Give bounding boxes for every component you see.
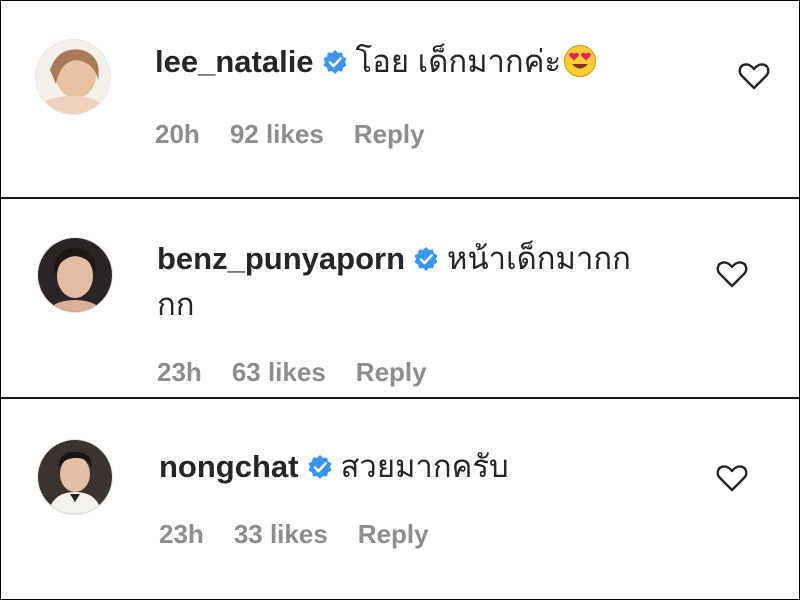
verified-badge-icon xyxy=(322,49,348,75)
like-heart-icon[interactable] xyxy=(715,461,749,495)
like-heart-icon[interactable] xyxy=(715,257,749,291)
likes-count[interactable]: 63 likes xyxy=(232,357,326,387)
timestamp[interactable]: 23h xyxy=(157,357,202,387)
comment-line-continued: กก xyxy=(157,283,195,327)
likes-count[interactable]: 92 likes xyxy=(230,119,324,149)
comment-meta: 20h 92 likes Reply xyxy=(155,119,455,150)
username[interactable]: nongchat xyxy=(159,449,299,484)
reply-button[interactable]: Reply xyxy=(356,357,427,387)
avatar[interactable] xyxy=(37,439,113,515)
comments-screenshot: lee_natalie โอย เด็กมากค่ะ 20h 92 likes Rep… xyxy=(0,0,800,600)
verified-badge-icon xyxy=(307,454,333,480)
likes-count[interactable]: 33 likes xyxy=(234,519,328,549)
comment-meta: 23h 33 likes Reply xyxy=(159,519,459,550)
comment-line: lee_natalie โอย เด็กมากค่ะ xyxy=(155,40,597,84)
avatar[interactable] xyxy=(37,237,113,313)
reply-button[interactable]: Reply xyxy=(354,119,425,149)
avatar[interactable] xyxy=(35,39,111,115)
comment-meta: 23h 63 likes Reply xyxy=(157,357,457,388)
username[interactable]: lee_natalie xyxy=(155,44,314,79)
timestamp[interactable]: 23h xyxy=(159,519,204,549)
comment-text: หน้าเด็กมากก xyxy=(447,241,631,276)
comment-item: benz_punyaporn หน้าเด็กมากก กก 23h 63 like… xyxy=(1,199,799,397)
comment-text: สวยมากครับ xyxy=(340,449,509,484)
comment-text-continued: กก xyxy=(157,287,195,322)
comment-line: benz_punyaporn หน้าเด็กมากก xyxy=(157,237,631,281)
timestamp[interactable]: 20h xyxy=(155,119,200,149)
reply-button[interactable]: Reply xyxy=(358,519,429,549)
comment-text: โอย เด็กมากค่ะ xyxy=(355,44,562,79)
verified-badge-icon xyxy=(413,246,439,272)
like-heart-icon[interactable] xyxy=(737,59,771,93)
comment-item: nongchat สวยมากครับ 23h 33 likes Reply xyxy=(1,399,799,599)
comment-item: lee_natalie โอย เด็กมากค่ะ 20h 92 likes Rep… xyxy=(1,1,799,197)
username[interactable]: benz_punyaporn xyxy=(157,241,405,276)
comment-line: nongchat สวยมากครับ xyxy=(159,445,509,489)
heart-eyes-emoji-icon xyxy=(563,44,597,78)
